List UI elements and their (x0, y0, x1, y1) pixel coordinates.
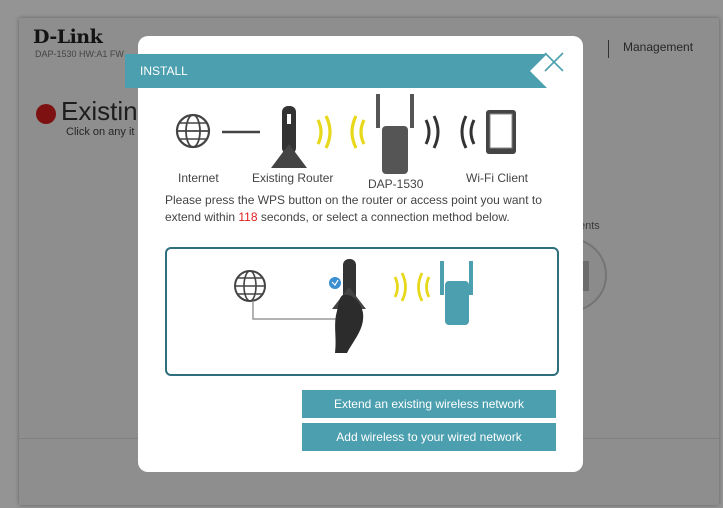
install-title: INSTALL (140, 64, 188, 78)
wps-animation (234, 259, 473, 353)
anim-dap1530-icon (440, 261, 473, 325)
wps-instruction: Please press the WPS button on the route… (165, 192, 565, 226)
dap1530-device-icon (376, 94, 414, 174)
wifi-client-label: Wi-Fi Client (466, 171, 528, 185)
anim-globe-icon (234, 270, 266, 302)
internet-label: Internet (178, 171, 219, 185)
countdown-seconds: 118 (238, 210, 258, 224)
add-wireless-button[interactable]: Add wireless to your wired network (302, 423, 556, 451)
install-title-ribbon (125, 54, 547, 88)
wps-button-icon (329, 277, 341, 289)
pressing-hand-icon (335, 294, 364, 353)
wps-animation-panel (165, 247, 559, 376)
wifi-client-tablet-icon (486, 110, 516, 154)
instruction-text-end: seconds, or select a connection method b… (257, 210, 510, 224)
repeater-signal-right-icon (424, 115, 440, 149)
existing-router-label: Existing Router (252, 171, 334, 185)
repeater-signal-left-icon (350, 115, 366, 149)
internet-globe-icon (175, 113, 211, 149)
install-modal: INSTALL Internet Existing Router DAP-153… (125, 36, 583, 472)
existing-router-icon (271, 106, 307, 168)
anim-signal-icon (393, 272, 431, 302)
client-signal-icon (460, 115, 476, 149)
close-icon[interactable] (542, 50, 566, 74)
anim-cable (252, 301, 343, 320)
extend-wireless-button[interactable]: Extend an existing wireless network (302, 390, 556, 418)
dap1530-label: DAP-1530 (368, 177, 424, 191)
router-signal-icon (316, 115, 332, 149)
